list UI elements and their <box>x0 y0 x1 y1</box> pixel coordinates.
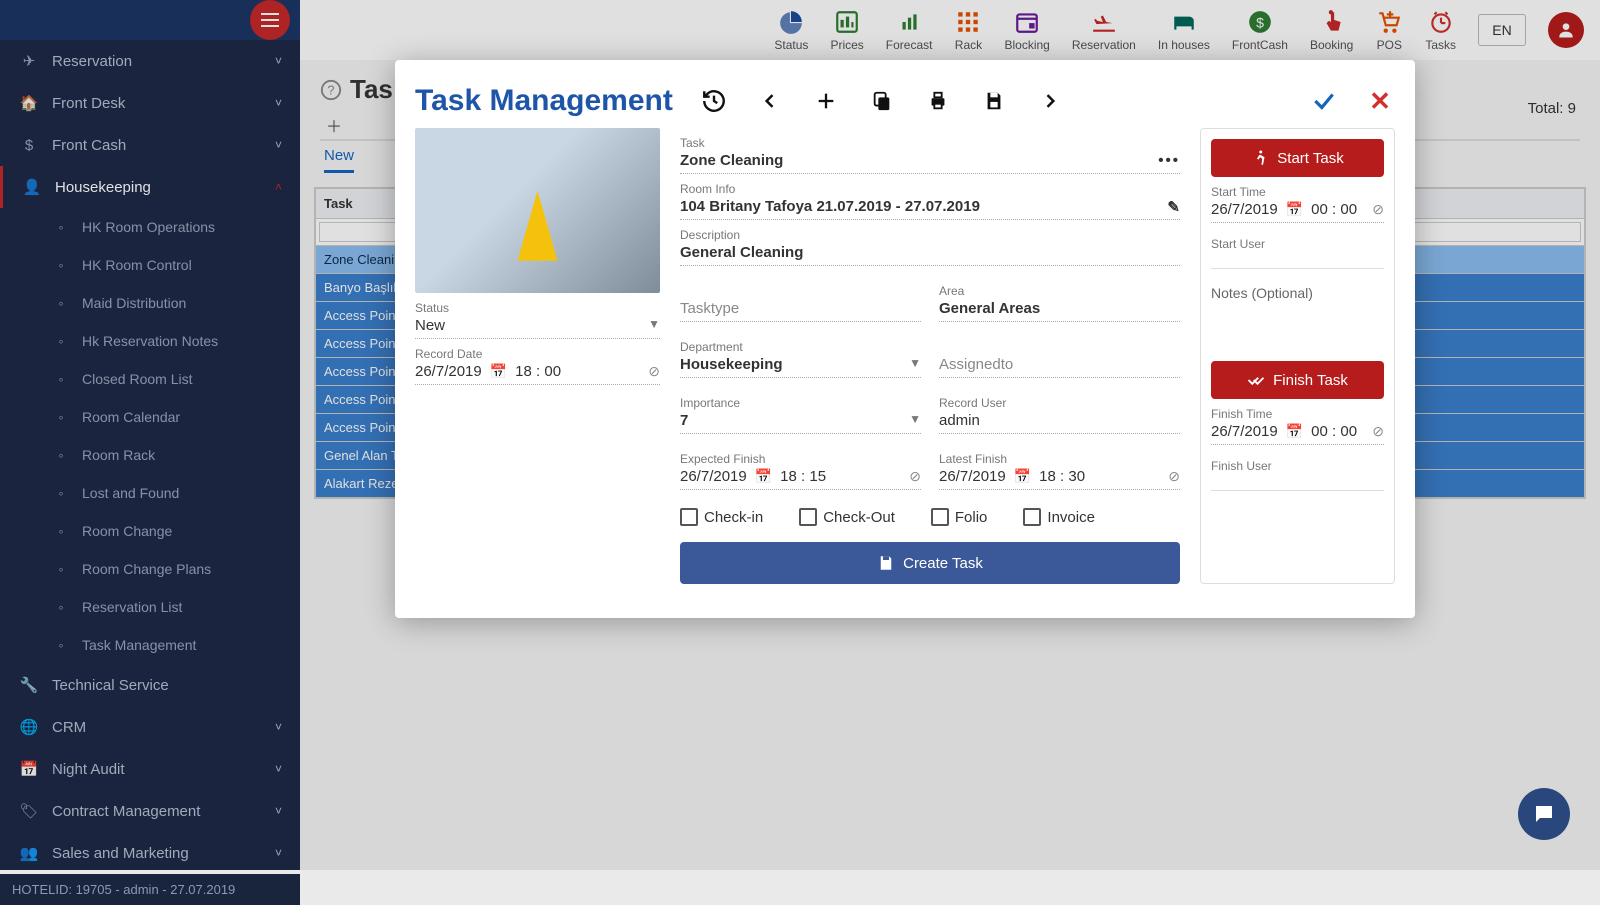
clear-icon[interactable]: ⊘ <box>1168 468 1180 485</box>
checkout-checkbox[interactable] <box>799 508 817 526</box>
record-user-field: admin <box>939 410 1180 434</box>
clear-icon[interactable]: ⊘ <box>909 468 921 485</box>
task-field[interactable]: Zone Cleaning••• <box>680 150 1180 174</box>
print-icon[interactable] <box>923 86 953 116</box>
close-icon[interactable]: ✕ <box>1365 86 1395 116</box>
confirm-icon[interactable] <box>1309 86 1339 116</box>
calendar-icon: 📅 <box>755 468 772 485</box>
clear-icon[interactable]: ⊘ <box>1372 201 1384 218</box>
finish-user-label: Finish User <box>1211 459 1384 473</box>
finish-time-field[interactable]: 26/7/2019📅 00 : 00⊘ <box>1211 421 1384 445</box>
save-icon[interactable] <box>979 86 1009 116</box>
chat-icon <box>1532 802 1556 826</box>
checkout-label: Check-Out <box>823 509 895 526</box>
tasktype-field[interactable]: Tasktype <box>680 298 921 322</box>
description-field[interactable]: General Cleaning <box>680 242 1180 266</box>
start-task-button[interactable]: Start Task <box>1211 139 1384 177</box>
clear-icon[interactable]: ⊘ <box>1372 423 1384 440</box>
description-label: Description <box>680 228 1180 242</box>
expected-finish-label: Expected Finish <box>680 452 921 466</box>
tasktype-label <box>680 284 921 298</box>
finish-task-button[interactable]: Finish Task <box>1211 361 1384 399</box>
check-all-icon <box>1247 371 1265 389</box>
create-task-button[interactable]: Create Task <box>680 542 1180 584</box>
run-icon <box>1251 149 1269 167</box>
prev-icon[interactable] <box>755 86 785 116</box>
status-select[interactable]: New▼ <box>415 315 660 339</box>
record-user-label: Record User <box>939 396 1180 410</box>
expected-finish-field[interactable]: 26/7/2019📅 18 : 15⊘ <box>680 466 921 490</box>
next-icon[interactable] <box>1035 86 1065 116</box>
invoice-checkbox[interactable] <box>1023 508 1041 526</box>
department-label: Department <box>680 340 921 354</box>
checkin-checkbox[interactable] <box>680 508 698 526</box>
folio-label: Folio <box>955 509 988 526</box>
room-info-field[interactable]: 104 Britany Tafoya 21.07.2019 - 27.07.20… <box>680 196 1180 220</box>
checkin-label: Check-in <box>704 509 763 526</box>
modal-toolbar: Task Management ✕ <box>415 84 1395 118</box>
more-icon[interactable]: ••• <box>1158 152 1180 169</box>
assignedto-field[interactable]: Assignedto <box>939 354 1180 378</box>
edit-icon[interactable]: ✎ <box>1167 198 1180 216</box>
save-icon <box>877 554 895 572</box>
start-user-field[interactable] <box>1211 251 1384 269</box>
status-label: Status <box>415 301 660 315</box>
wet-floor-sign-icon <box>518 191 558 261</box>
task-label: Task <box>680 136 1180 150</box>
calendar-icon: 📅 <box>1014 468 1031 485</box>
calendar-icon: 📅 <box>1286 201 1303 218</box>
latest-finish-field[interactable]: 26/7/2019📅 18 : 30⊘ <box>939 466 1180 490</box>
history-icon[interactable] <box>699 86 729 116</box>
latest-finish-label: Latest Finish <box>939 452 1180 466</box>
importance-field[interactable]: 7▼ <box>680 410 921 434</box>
record-date-field[interactable]: 26/7/2019 📅 18 : 00 ⊘ <box>415 361 660 385</box>
record-date-label: Record Date <box>415 347 660 361</box>
start-time-label: Start Time <box>1211 185 1384 199</box>
room-info-label: Room Info <box>680 182 1180 196</box>
notes-label[interactable]: Notes (Optional) <box>1211 285 1384 301</box>
invoice-label: Invoice <box>1047 509 1095 526</box>
task-image <box>415 128 660 293</box>
start-user-label: Start User <box>1211 237 1384 251</box>
add-icon[interactable] <box>811 86 841 116</box>
calendar-icon: 📅 <box>490 363 507 380</box>
assignedto-label <box>939 340 1180 354</box>
calendar-icon: 📅 <box>1286 423 1303 440</box>
copy-icon[interactable] <box>867 86 897 116</box>
sidebar-footer: HOTELID: 19705 - admin - 27.07.2019 <box>0 874 300 905</box>
area-label: Area <box>939 284 1180 298</box>
finish-time-label: Finish Time <box>1211 407 1384 421</box>
modal-title: Task Management <box>415 84 673 118</box>
start-time-field[interactable]: 26/7/2019📅 00 : 00⊘ <box>1211 199 1384 223</box>
task-management-modal: Task Management ✕ Status New▼ Record Dat… <box>395 60 1415 618</box>
folio-checkbox[interactable] <box>931 508 949 526</box>
importance-label: Importance <box>680 396 921 410</box>
department-field[interactable]: Housekeeping▼ <box>680 354 921 378</box>
chat-bubble-button[interactable] <box>1518 788 1570 840</box>
area-field[interactable]: General Areas <box>939 298 1180 322</box>
finish-user-field[interactable] <box>1211 473 1384 491</box>
clear-icon[interactable]: ⊘ <box>648 363 660 380</box>
